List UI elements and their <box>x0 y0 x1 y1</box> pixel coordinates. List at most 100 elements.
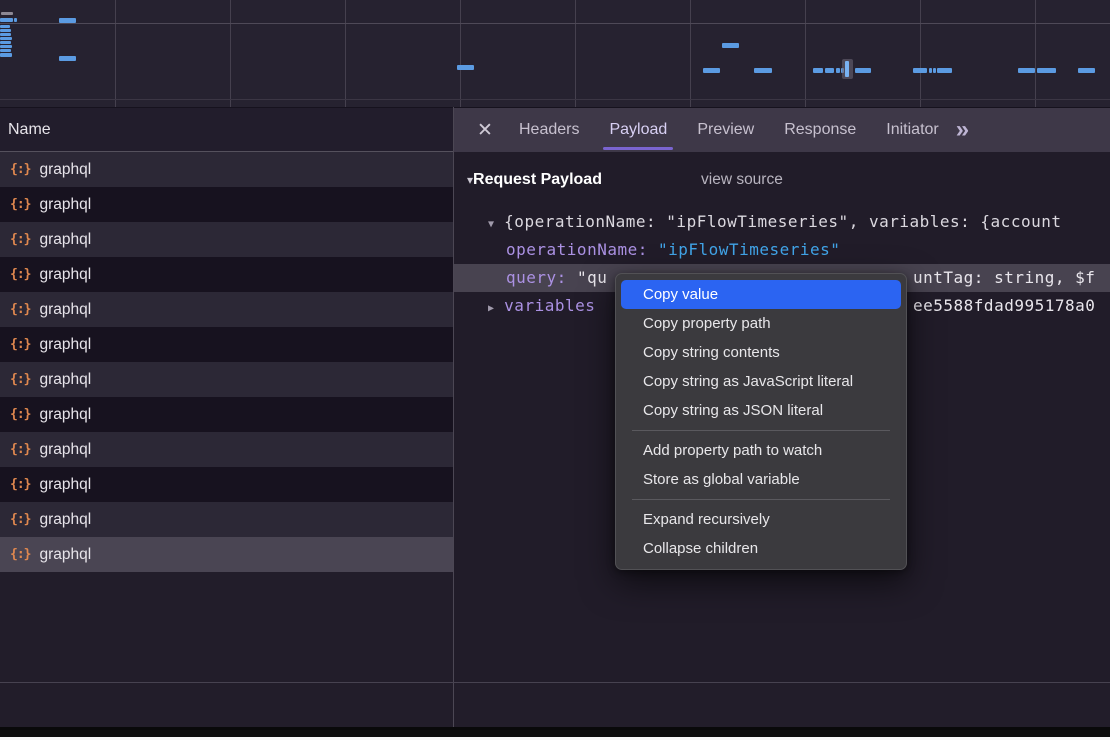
more-tabs-icon[interactable]: » <box>956 116 969 144</box>
overview-gridline <box>460 0 461 107</box>
property-key: query: <box>506 268 567 287</box>
collapsed-triangle-icon[interactable]: ▶ <box>488 303 494 314</box>
request-row[interactable]: {:}graphql <box>0 397 453 432</box>
view-source-link[interactable]: view source <box>701 166 783 194</box>
json-resource-icon: {:} <box>10 372 30 387</box>
network-request-bar[interactable] <box>1078 68 1095 73</box>
property-value: "ipFlowTimeseries" <box>658 240 840 259</box>
request-row[interactable]: {:} graphql <box>0 152 453 187</box>
network-request-bar[interactable] <box>836 68 840 73</box>
tab-payload[interactable]: Payload <box>594 108 682 152</box>
network-request-bar[interactable] <box>0 53 12 57</box>
name-column-header[interactable]: Name <box>0 107 453 152</box>
network-request-bar[interactable] <box>14 18 17 22</box>
network-request-bar[interactable] <box>0 49 11 52</box>
request-row[interactable]: {:} graphql <box>0 222 453 257</box>
overview-gridline <box>920 0 921 107</box>
network-request-bar[interactable] <box>825 68 834 73</box>
menu-item-store-as-global-variable[interactable]: Store as global variable <box>621 465 901 494</box>
network-request-bar[interactable] <box>929 68 932 73</box>
property-key: variables <box>504 296 595 315</box>
network-request-bar[interactable] <box>1018 68 1035 73</box>
json-resource-icon: {:} <box>10 442 30 457</box>
network-overview-timeline[interactable] <box>0 0 1110 107</box>
request-row[interactable]: {:}graphql <box>0 432 453 467</box>
json-preview-text: {operationName: "ipFlowTimeseries", vari… <box>504 212 1061 231</box>
network-request-bar[interactable] <box>1037 68 1056 73</box>
request-row[interactable]: {:}graphql <box>0 467 453 502</box>
network-request-bar[interactable] <box>1 12 13 15</box>
overview-gridline <box>575 0 576 107</box>
tab-response[interactable]: Response <box>769 108 871 152</box>
request-row[interactable]: {:} graphql <box>0 362 453 397</box>
network-request-bar[interactable] <box>937 68 952 73</box>
request-name: graphql <box>39 161 91 179</box>
network-request-bar[interactable] <box>0 33 11 36</box>
menu-item-copy-string-contents[interactable]: Copy string contents <box>621 338 901 367</box>
overview-gridline <box>345 0 346 107</box>
network-request-bar[interactable] <box>457 65 474 70</box>
menu-item-collapse-children[interactable]: Collapse children <box>621 534 901 563</box>
request-name: graphql <box>39 266 91 284</box>
overview-gridline <box>690 0 691 107</box>
network-request-bar[interactable] <box>59 18 76 23</box>
overview-gridline <box>1035 0 1036 107</box>
json-preview-row[interactable]: ▼ {operationName: "ipFlowTimeseries", va… <box>454 208 1110 236</box>
property-value-end: ee5588fdad995178a0 <box>913 292 1095 320</box>
property-key: operationName: <box>506 240 648 259</box>
overview-gridline <box>230 0 231 107</box>
network-request-bar[interactable] <box>0 18 13 22</box>
network-request-bar[interactable] <box>0 29 11 32</box>
request-name: graphql <box>39 196 91 214</box>
network-request-bar[interactable] <box>933 68 936 73</box>
menu-item-add-property-path-to-watch[interactable]: Add property path to watch <box>621 436 901 465</box>
tab-strip: HeadersPayloadPreviewResponseInitiator <box>504 108 954 152</box>
json-resource-icon: {:} <box>10 267 30 282</box>
request-name: graphql <box>39 301 91 319</box>
request-payload-section[interactable]: ▾Request Payload view source <box>454 166 1110 194</box>
network-request-bar[interactable] <box>0 41 11 44</box>
request-row[interactable]: {:} graphql <box>0 257 453 292</box>
network-request-bar[interactable] <box>813 68 823 73</box>
network-request-bar[interactable] <box>0 37 12 40</box>
tab-initiator[interactable]: Initiator <box>871 108 953 152</box>
request-row[interactable]: {:}graphql <box>0 187 453 222</box>
network-request-bar[interactable] <box>0 25 10 28</box>
tab-headers[interactable]: Headers <box>504 108 594 152</box>
network-request-bar[interactable] <box>845 61 849 77</box>
menu-separator <box>632 499 890 500</box>
menu-item-copy-string-as-json-literal[interactable]: Copy string as JSON literal <box>621 396 901 425</box>
menu-item-expand-recursively[interactable]: Expand recursively <box>621 505 901 534</box>
json-resource-icon: {:} <box>10 477 30 492</box>
network-request-bar[interactable] <box>703 68 720 73</box>
request-row[interactable]: {:}graphql <box>0 537 453 572</box>
json-resource-icon: {:} <box>10 512 30 527</box>
tab-preview[interactable]: Preview <box>682 108 769 152</box>
network-request-bar[interactable] <box>722 43 739 48</box>
json-resource-icon: {:} <box>10 162 30 177</box>
menu-separator <box>632 430 890 431</box>
menu-item-copy-property-path[interactable]: Copy property path <box>621 309 901 338</box>
context-menu: Copy valueCopy property pathCopy string … <box>615 273 907 570</box>
request-list: {:} graphql {:} graphql {:} graphql {:} graphql… <box>0 152 453 682</box>
network-request-bar[interactable] <box>0 45 12 48</box>
json-row-operation-name[interactable]: operationName: "ipFlowTimeseries" <box>454 236 1110 264</box>
network-request-bar[interactable] <box>59 56 76 61</box>
network-request-bar[interactable] <box>855 68 871 73</box>
json-resource-icon: {:} <box>10 232 30 247</box>
section-title: Request Payload <box>473 171 602 188</box>
request-name: graphql <box>39 231 91 249</box>
close-icon[interactable]: ✕ <box>466 108 504 152</box>
network-request-bar[interactable] <box>913 68 927 73</box>
request-name: graphql <box>39 371 91 389</box>
network-request-bar[interactable] <box>754 68 772 73</box>
menu-item-copy-string-as-javascript-literal[interactable]: Copy string as JavaScript literal <box>621 367 901 396</box>
menu-item-copy-value[interactable]: Copy value <box>621 280 901 309</box>
json-resource-icon: {:} <box>10 302 30 317</box>
request-row[interactable]: {:} graphql <box>0 292 453 327</box>
request-row[interactable]: {:}graphql <box>0 327 453 362</box>
expanded-triangle-icon[interactable]: ▼ <box>488 219 494 230</box>
request-row[interactable]: {:}graphql <box>0 502 453 537</box>
name-column-label: Name <box>8 121 51 139</box>
request-name: graphql <box>39 406 91 424</box>
